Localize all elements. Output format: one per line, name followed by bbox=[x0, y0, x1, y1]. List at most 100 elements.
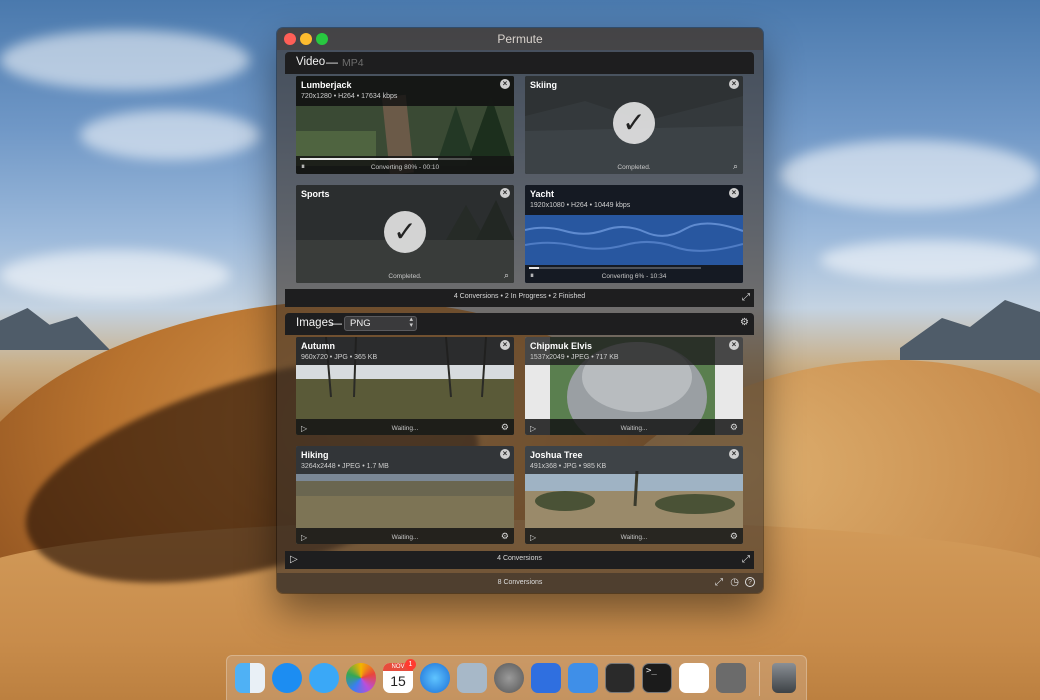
card-status: Waiting... bbox=[620, 534, 648, 541]
card-title: Hiking bbox=[301, 450, 329, 460]
card-meta: 1920x1080 • H264 • 10449 kbps bbox=[530, 202, 631, 209]
video-summary: 4 Conversions • 2 In Progress • 2 Finish… bbox=[453, 293, 586, 300]
notification-badge: 1 bbox=[405, 659, 416, 670]
completed-check-icon: ✓ bbox=[384, 211, 426, 253]
total-conversions: 8 Conversions bbox=[497, 579, 543, 586]
gear-icon[interactable]: ⚙ bbox=[501, 422, 509, 433]
remove-icon[interactable]: × bbox=[729, 188, 739, 198]
video-card-sports[interactable]: Sports × ✓ Completed. ⌕ bbox=[296, 185, 514, 283]
card-meta: 3264x2448 • JPEG • 1.7 MB bbox=[301, 463, 389, 470]
card-meta: 1537x2049 • JPEG • 717 KB bbox=[530, 354, 619, 361]
system-preferences-icon[interactable] bbox=[494, 663, 524, 693]
image-card-autumn[interactable]: Autumn 960x720 • JPG • 365 KB × ▷ Waitin… bbox=[296, 337, 514, 435]
selected-format: PNG bbox=[350, 318, 371, 329]
card-status: Waiting... bbox=[391, 425, 419, 432]
remove-icon[interactable]: × bbox=[500, 449, 510, 459]
card-meta: 491x368 • JPG • 985 KB bbox=[530, 463, 607, 470]
mail-stamp-icon[interactable] bbox=[457, 663, 487, 693]
window-title: Permute bbox=[497, 32, 543, 46]
window-bottom-bar: 8 Conversions ⤢ ◷ ? bbox=[277, 573, 763, 593]
video-section-dash: — bbox=[326, 55, 338, 69]
app-store-icon[interactable] bbox=[272, 663, 302, 693]
images-section-dash: — bbox=[330, 316, 342, 330]
trash-icon[interactable] bbox=[772, 663, 796, 693]
cloud bbox=[80, 110, 260, 160]
dock: NOV 15 1 >_ bbox=[226, 655, 807, 700]
card-title: Lumberjack bbox=[301, 80, 352, 90]
mountain bbox=[0, 308, 110, 350]
progress-fill bbox=[529, 267, 540, 269]
cloud bbox=[0, 250, 230, 300]
card-title: Autumn bbox=[301, 341, 335, 351]
fit-icon[interactable]: ⤢ bbox=[715, 577, 723, 588]
fit-icon[interactable]: ⤢ bbox=[742, 554, 750, 565]
video-card-skiing[interactable]: Skiing × ✓ Completed. ⌕ bbox=[525, 76, 743, 174]
remove-icon[interactable]: × bbox=[729, 79, 739, 89]
video-card-yacht[interactable]: Yacht 1920x1080 • H264 • 10449 kbps × ⏸ … bbox=[525, 185, 743, 283]
gear-icon[interactable]: ⚙ bbox=[740, 317, 749, 328]
completed-check-icon: ✓ bbox=[613, 102, 655, 144]
card-title: Yacht bbox=[530, 189, 555, 199]
image-card-joshua-tree[interactable]: Joshua Tree 491x368 • JPG • 985 KB × ▷ W… bbox=[525, 446, 743, 544]
messages-icon[interactable] bbox=[309, 663, 339, 693]
xcode-icon[interactable] bbox=[568, 663, 598, 693]
video-section-header: Video — MP4 bbox=[285, 52, 754, 74]
fit-icon[interactable]: ⤢ bbox=[742, 292, 750, 303]
progress-bar bbox=[529, 267, 701, 269]
cloud bbox=[780, 140, 1040, 210]
progress-bar bbox=[300, 158, 472, 160]
reveal-search-icon[interactable]: ⌕ bbox=[504, 270, 509, 281]
activity-monitor-icon[interactable] bbox=[605, 663, 635, 693]
card-status: Completed. bbox=[388, 273, 422, 280]
images-section-header: Images — PNG ▴ ▾ ⚙ bbox=[285, 313, 754, 335]
card-status: Waiting... bbox=[391, 534, 419, 541]
safari-icon[interactable] bbox=[420, 663, 450, 693]
video-card-lumberjack[interactable]: Lumberjack 720x1280 • H264 • 17634 kbps … bbox=[296, 76, 514, 174]
image-card-chipmuk-elvis[interactable]: Chipmuk Elvis 1537x2049 • JPEG • 717 KB … bbox=[525, 337, 743, 435]
calendar-day: 15 bbox=[390, 673, 406, 689]
gear-icon[interactable]: ⚙ bbox=[501, 531, 509, 542]
gear-icon[interactable]: ⚙ bbox=[730, 531, 738, 542]
permute-window: Permute Video — MP4 Lumberjack 720x1280 … bbox=[277, 28, 763, 593]
finder-icon[interactable] bbox=[235, 663, 265, 693]
cloud bbox=[0, 30, 250, 90]
video-section-footer: 4 Conversions • 2 In Progress • 2 Finish… bbox=[285, 289, 754, 307]
card-status: Converting 6% - 10:34 bbox=[601, 273, 667, 280]
remove-icon[interactable]: × bbox=[729, 340, 739, 350]
history-icon[interactable]: ◷ bbox=[730, 577, 739, 588]
updown-icon: ▴ ▾ bbox=[409, 316, 413, 329]
help-icon[interactable]: ? bbox=[745, 577, 755, 587]
photos-icon[interactable] bbox=[346, 663, 376, 693]
remove-icon[interactable]: × bbox=[500, 188, 510, 198]
card-title: Joshua Tree bbox=[530, 450, 583, 460]
video-format-label[interactable]: MP4 bbox=[342, 57, 364, 69]
remove-icon[interactable]: × bbox=[500, 340, 510, 350]
cloud bbox=[820, 240, 1040, 280]
images-section-label: Images bbox=[296, 317, 334, 329]
gear-icon[interactable]: ⚙ bbox=[730, 422, 738, 433]
calendar-icon[interactable]: NOV 15 1 bbox=[383, 659, 416, 693]
vectorize-icon[interactable] bbox=[679, 663, 709, 693]
image-card-hiking[interactable]: Hiking 3264x2448 • JPEG • 1.7 MB × ▷ Wai… bbox=[296, 446, 514, 544]
image-thumbnail bbox=[525, 337, 743, 435]
remove-icon[interactable]: × bbox=[500, 79, 510, 89]
video-section-label: Video bbox=[296, 56, 326, 68]
preview-icon[interactable] bbox=[531, 663, 561, 693]
images-format-select[interactable]: PNG ▴ ▾ bbox=[344, 316, 417, 331]
titlebar: Permute bbox=[277, 28, 763, 50]
card-status: Completed. bbox=[617, 164, 651, 171]
dock-separator bbox=[759, 662, 760, 696]
reveal-search-icon[interactable]: ⌕ bbox=[733, 161, 738, 172]
remove-icon[interactable]: × bbox=[729, 449, 739, 459]
card-status: Converting 80% - 00:10 bbox=[370, 164, 440, 171]
images-section-footer: ▷ 4 Conversions ⤢ bbox=[285, 551, 754, 569]
terminal-icon[interactable]: >_ bbox=[642, 663, 672, 693]
card-title: Chipmuk Elvis bbox=[530, 341, 593, 351]
image-thumbnail bbox=[296, 337, 514, 435]
automator-robot-icon[interactable] bbox=[716, 663, 746, 693]
images-summary: 4 Conversions bbox=[497, 555, 542, 562]
image-thumbnail bbox=[296, 446, 514, 544]
mountain bbox=[900, 300, 1040, 360]
image-thumbnail bbox=[525, 446, 743, 544]
card-status: Waiting... bbox=[620, 425, 648, 432]
